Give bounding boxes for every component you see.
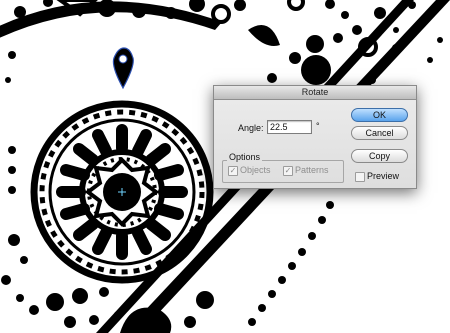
angle-input[interactable]: 22.5 [267,120,312,134]
objects-checkbox[interactable]: ✓ [228,166,238,176]
preview-checkbox[interactable] [355,172,365,182]
teardrop-anchor-icon[interactable] [112,47,134,90]
angle-label: Angle: [238,123,264,133]
rotate-dialog: Rotate Angle: 22.5 ° Options ✓ Objects ✓… [213,85,417,189]
options-title: Options [227,152,263,162]
illustrator-canvas[interactable]: Rotate Angle: 22.5 ° Options ✓ Objects ✓… [0,0,450,333]
copy-button[interactable]: Copy [351,149,408,163]
cancel-button[interactable]: Cancel [351,126,408,140]
patterns-checkbox[interactable]: ✓ [283,166,293,176]
degree-unit: ° [316,121,320,131]
dialog-title: Rotate [214,86,416,100]
objects-label: Objects [240,165,271,175]
patterns-label: Patterns [295,165,329,175]
preview-label: Preview [367,171,400,181]
ok-button[interactable]: OK [351,108,408,122]
